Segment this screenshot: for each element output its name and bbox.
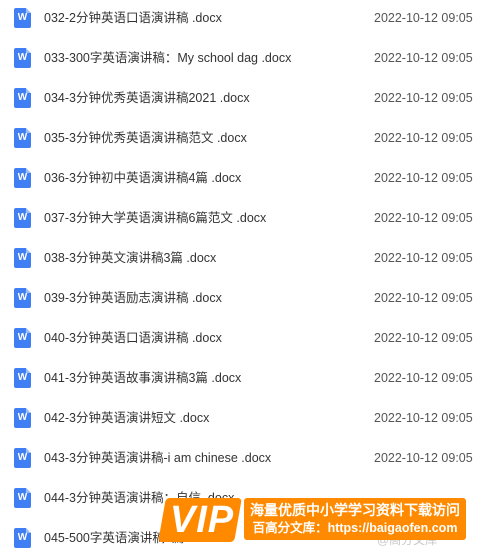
file-name: 039-3分钟英语励志演讲稿 .docx [44, 291, 222, 305]
file-row[interactable]: W 033-300字英语演讲稿：My school dag .docx 2022… [0, 40, 485, 80]
file-name: 038-3分钟英文演讲稿3篇 .docx [44, 251, 217, 265]
word-doc-icon: W [14, 448, 31, 468]
word-doc-icon: W [14, 488, 31, 508]
file-list: W 032-2分钟英语口语演讲稿 .docx 2022-10-12 09:05 … [0, 0, 485, 560]
file-name: 042-3分钟英语演讲短文 .docx [44, 411, 210, 425]
file-name: 041-3分钟英语故事演讲稿3篇 .docx [44, 371, 242, 385]
word-doc-icon: W [14, 328, 31, 348]
word-doc-icon: W [14, 288, 31, 308]
file-name: 036-3分钟初中英语演讲稿4篇 .docx [44, 171, 242, 185]
file-name: 033-300字英语演讲稿：My school dag .docx [44, 51, 292, 65]
word-doc-icon: W [14, 408, 31, 428]
file-date: 2022-10-12 09:05 [374, 291, 473, 305]
word-doc-icon: W [14, 248, 31, 268]
promo-banner[interactable]: VIP 海量优质中小学学习资料下载访问 百高分文库：https://baigao… [158, 496, 468, 544]
file-row[interactable]: W 038-3分钟英文演讲稿3篇 .docx 2022-10-12 09:05 [0, 240, 485, 280]
file-date: 2022-10-12 09:05 [374, 251, 473, 265]
file-row[interactable]: W 037-3分钟大学英语演讲稿6篇范文 .docx 2022-10-12 09… [0, 200, 485, 240]
file-name: 037-3分钟大学英语演讲稿6篇范文 .docx [44, 211, 267, 225]
word-doc-icon: W [14, 368, 31, 388]
word-doc-icon: W [14, 128, 31, 148]
file-row[interactable]: W 039-3分钟英语励志演讲稿 .docx 2022-10-12 09:05 [0, 280, 485, 320]
file-row[interactable]: W 034-3分钟优秀英语演讲稿2021 .docx 2022-10-12 09… [0, 80, 485, 120]
file-date: 2022-10-12 09:05 [374, 171, 473, 185]
promo-headline: 海量优质中小学学习资料下载访问 [250, 502, 460, 518]
word-doc-icon: W [14, 8, 31, 28]
file-row[interactable]: W 043-3分钟英语演讲稿-i am chinese .docx 2022-1… [0, 440, 485, 480]
word-doc-icon: W [14, 168, 31, 188]
file-date: 2022-10-12 09:05 [374, 91, 473, 105]
file-date: 2022-10-12 09:05 [374, 451, 473, 465]
promo-url[interactable]: 百高分文库：https://baigaofen.com [244, 520, 466, 536]
file-date: 2022-10-12 09:05 [374, 371, 473, 385]
file-date: 2022-10-12 09:05 [374, 411, 473, 425]
file-row[interactable]: W 036-3分钟初中英语演讲稿4篇 .docx 2022-10-12 09:0… [0, 160, 485, 200]
file-date: 2022-10-12 09:05 [374, 331, 473, 345]
file-date: 2022-10-12 09:05 [374, 211, 473, 225]
file-name: 032-2分钟英语口语演讲稿 .docx [44, 11, 222, 25]
file-row[interactable]: W 040-3分钟英语口语演讲稿 .docx 2022-10-12 09:05 [0, 320, 485, 360]
word-doc-icon: W [14, 88, 31, 108]
word-doc-icon: W [14, 48, 31, 68]
word-doc-icon: W [14, 528, 31, 548]
file-name: 034-3分钟优秀英语演讲稿2021 .docx [44, 91, 250, 105]
promo-text-box[interactable]: 海量优质中小学学习资料下载访问 百高分文库：https://baigaofen.… [244, 498, 466, 540]
file-name: 043-3分钟英语演讲稿-i am chinese .docx [44, 451, 272, 465]
file-row[interactable]: W 041-3分钟英语故事演讲稿3篇 .docx 2022-10-12 09:0… [0, 360, 485, 400]
file-date: 2022-10-12 09:05 [374, 11, 473, 25]
file-row[interactable]: W 035-3分钟优秀英语演讲稿范文 .docx 2022-10-12 09:0… [0, 120, 485, 160]
file-date: 2022-10-12 09:05 [374, 131, 473, 145]
file-row[interactable]: W 032-2分钟英语口语演讲稿 .docx 2022-10-12 09:05 [0, 0, 485, 40]
file-name: 035-3分钟优秀英语演讲稿范文 .docx [44, 131, 247, 145]
file-name: 040-3分钟英语口语演讲稿 .docx [44, 331, 222, 345]
vip-label: VIP [169, 499, 235, 541]
file-row[interactable]: W 042-3分钟英语演讲短文 .docx 2022-10-12 09:05 [0, 400, 485, 440]
file-date: 2022-10-12 09:05 [374, 51, 473, 65]
word-doc-icon: W [14, 208, 31, 228]
